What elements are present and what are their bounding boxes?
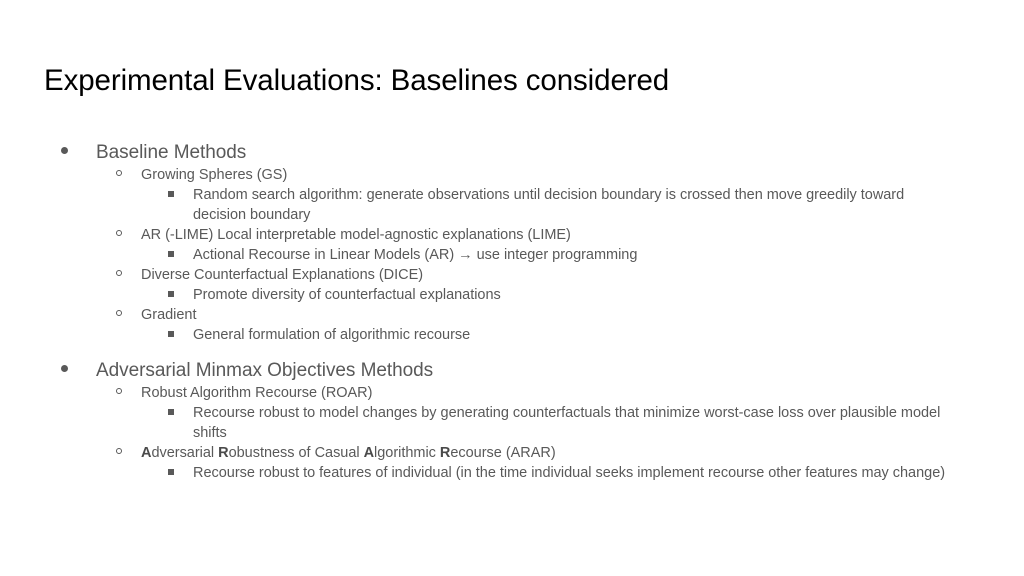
outline-item-level3: Recourse robust to features of individua… — [163, 463, 986, 483]
filled-square-bullet-icon — [163, 463, 193, 483]
filled-square-bullet-icon — [163, 325, 193, 345]
hollow-circle-bullet-icon — [111, 383, 141, 403]
outline-item-level2: AR (-LIME) Local interpretable model-agn… — [111, 225, 986, 245]
filled-disc-bullet-icon — [56, 140, 96, 165]
hollow-circle-bullet-icon — [111, 265, 141, 285]
outline-detail: Recourse robust to features of individua… — [193, 465, 946, 481]
outline-detail: Recourse robust to model changes by gene… — [193, 405, 941, 441]
outline-item-level2: Growing Spheres (GS) — [111, 165, 986, 185]
outline-label: Adversarial Robustness of Casual Algorit… — [141, 445, 556, 461]
hollow-circle-bullet-icon — [111, 225, 141, 245]
filled-square-bullet-icon — [163, 403, 193, 423]
hollow-circle-bullet-icon — [111, 305, 141, 325]
outline-item-level2: Diverse Counterfactual Explanations (DIC… — [111, 265, 986, 285]
outline-item-level3: Recourse robust to model changes by gene… — [163, 403, 986, 443]
slide-body-outline: Baseline Methods Growing Spheres (GS) Ra… — [56, 138, 986, 483]
outline-detail: Promote diversity of counterfactual expl… — [193, 287, 501, 303]
filled-square-bullet-icon — [163, 245, 193, 265]
outline-detail: Actional Recourse in Linear Models (AR) … — [193, 247, 638, 263]
outline-label: Diverse Counterfactual Explanations (DIC… — [141, 267, 424, 283]
hollow-circle-bullet-icon — [111, 165, 141, 185]
outline-item-level1: Baseline Methods — [56, 140, 986, 165]
outline-detail: Random search algorithm: generate observ… — [193, 187, 905, 223]
slide-canvas: Experimental Evaluations: Baselines cons… — [0, 0, 1024, 576]
outline-label: Growing Spheres (GS) — [141, 167, 288, 183]
filled-square-bullet-icon — [163, 185, 193, 205]
outline-label: Gradient — [141, 307, 197, 323]
hollow-circle-bullet-icon — [111, 443, 141, 463]
outline-item-level3: General formulation of algorithmic recou… — [163, 325, 986, 345]
outline-label: Adversarial Minmax Objectives Methods — [96, 360, 434, 381]
filled-disc-bullet-icon — [56, 358, 96, 383]
outline-label: AR (-LIME) Local interpretable model-agn… — [141, 227, 571, 243]
filled-square-bullet-icon — [163, 285, 193, 305]
outline-item-level3: Random search algorithm: generate observ… — [163, 185, 986, 225]
outline-item-level3: Actional Recourse in Linear Models (AR) … — [163, 245, 986, 265]
page-title: Experimental Evaluations: Baselines cons… — [44, 64, 670, 97]
outline-item-level2: Robust Algorithm Recourse (ROAR) — [111, 383, 986, 403]
outline-label: Robust Algorithm Recourse (ROAR) — [141, 385, 373, 401]
outline-label: Baseline Methods — [96, 142, 247, 163]
outline-item-level3: Promote diversity of counterfactual expl… — [163, 285, 986, 305]
outline-detail: General formulation of algorithmic recou… — [193, 327, 471, 343]
outline-item-level1: Adversarial Minmax Objectives Methods — [56, 358, 986, 383]
outline-item-level2: Adversarial Robustness of Casual Algorit… — [111, 443, 986, 463]
outline-item-level2: Gradient — [111, 305, 986, 325]
